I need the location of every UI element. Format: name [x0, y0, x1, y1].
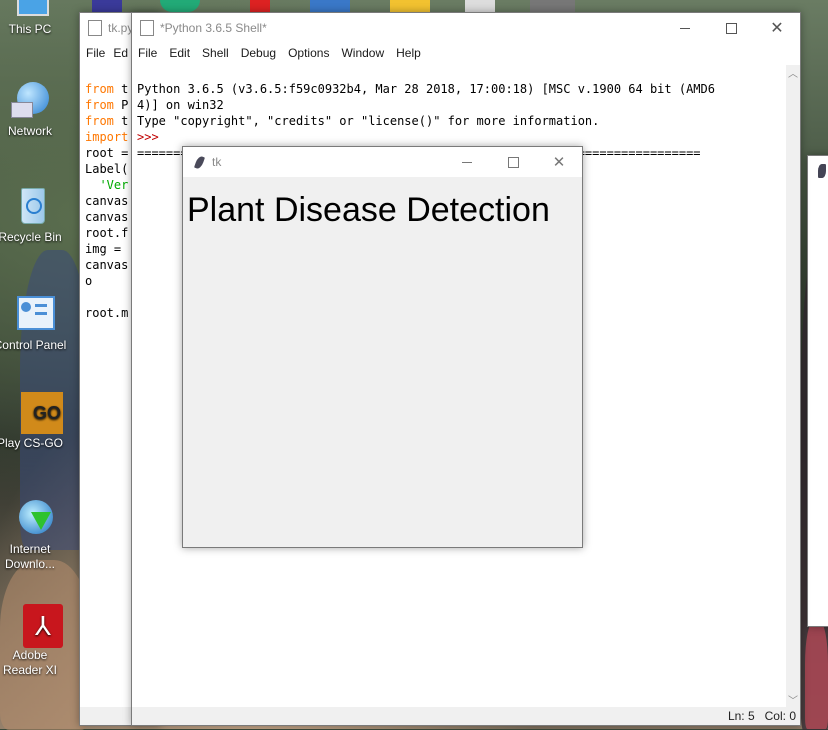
idm-icon [9, 498, 53, 540]
maximize-icon [507, 156, 519, 168]
close-icon: ✕ [770, 20, 784, 37]
recycle-bin-icon [9, 186, 51, 228]
code-line: root = [85, 146, 129, 160]
code-line: 'Ver [85, 178, 129, 192]
close-button[interactable]: ✕ [754, 13, 800, 43]
menu-shell[interactable]: Shell [196, 46, 235, 60]
background-photo-person [805, 620, 828, 729]
desktop-icon-label: Internet Downlo... [4, 542, 56, 571]
code-line: from P [85, 98, 129, 112]
desktop-icon-label: This PC [8, 22, 52, 36]
scroll-up-arrow-icon[interactable]: ︿ [786, 65, 800, 80]
code-line: ​ [85, 289, 128, 305]
csgo-icon: GO [9, 392, 63, 434]
menu-options[interactable]: Options [282, 46, 335, 60]
taskbar-partial-icon [390, 0, 430, 12]
editor-title: tk.py [108, 21, 134, 35]
maximize-icon [725, 22, 737, 34]
tk-title: tk [212, 155, 222, 169]
shell-line: 4)] on win32 [137, 98, 224, 112]
menu-file[interactable]: File [132, 46, 163, 60]
minimize-button[interactable] [662, 13, 708, 43]
menu-edit[interactable]: Edit [163, 46, 196, 60]
shell-menubar: File Edit Shell Debug Options Window Hel… [132, 43, 800, 63]
desktop-icon-control-panel[interactable]: Control Panel [0, 294, 67, 353]
code-line: root.m [85, 306, 129, 320]
desktop-icon-csgo[interactable]: GO Play CS-GO [0, 392, 67, 451]
desktop-icon-network[interactable]: Network [0, 80, 67, 139]
scroll-down-arrow-icon[interactable]: ﹀ [786, 692, 800, 707]
taskbar-partial-icon [92, 0, 122, 12]
status-line: Ln: 5 [727, 709, 755, 723]
tk-window[interactable]: tk ✕ Plant Disease Detection [182, 146, 583, 548]
minimize-button[interactable] [444, 147, 490, 177]
tk-heading-label: Plant Disease Detection [187, 191, 550, 229]
menu-file[interactable]: File [80, 46, 111, 60]
status-column: Col: 0 [764, 709, 796, 723]
adobe-reader-icon: ⅄ [9, 604, 63, 648]
python-file-icon [88, 20, 102, 36]
desktop-icon-label: Adobe Reader XI [2, 648, 58, 677]
shell-line: Python 3.6.5 (v3.6.5:f59c0932b4, Mar 28 … [137, 82, 715, 96]
background-window-partial[interactable] [807, 155, 828, 627]
minimize-icon [462, 161, 472, 163]
desktop-icon-this-pc[interactable]: This PC [0, 0, 67, 37]
code-line: canvas [85, 194, 129, 208]
tk-titlebar[interactable]: tk ✕ [183, 147, 582, 177]
shell-scrollbar[interactable]: ︿ ﹀ [786, 65, 800, 707]
network-icon [9, 80, 51, 122]
desktop-icon-label: Recycle Bin [0, 230, 62, 244]
maximize-button[interactable] [490, 147, 536, 177]
menu-window[interactable]: Window [335, 46, 390, 60]
taskbar-partial-icon [310, 0, 350, 12]
taskbar-partial-icon [530, 0, 575, 12]
taskbar-partial-icon [160, 0, 200, 12]
editor-code-area[interactable]: from t from P from t import root = Label( 'Ve… [85, 65, 128, 353]
minimize-icon [680, 27, 690, 29]
code-line: img = [85, 242, 122, 256]
python-file-icon [140, 20, 154, 36]
code-line: canvas [85, 210, 129, 224]
code-line: o [85, 274, 93, 288]
desktop-icon-label: Play CS-GO [0, 436, 63, 450]
shell-title: *Python 3.6.5 Shell* [160, 21, 267, 35]
menu-debug[interactable]: Debug [235, 46, 282, 60]
shell-statusbar: Ln: 5 Col: 0 [132, 707, 800, 725]
desktop-icon-recycle-bin[interactable]: Recycle Bin [0, 186, 67, 245]
desktop-icon-idm[interactable]: Internet Downlo... [0, 498, 67, 572]
taskbar-partial-icon [465, 0, 495, 12]
desktop-icon-label: Control Panel [0, 338, 67, 352]
desktop-icon-label: Network [7, 124, 52, 138]
code-line: Label( [85, 162, 129, 176]
this-pc-icon [9, 0, 51, 20]
close-icon: ✕ [552, 154, 566, 171]
code-line: import [85, 130, 129, 144]
shell-titlebar[interactable]: *Python 3.6.5 Shell* ✕ [132, 13, 800, 43]
code-line: root.f [85, 226, 129, 240]
feather-icon [818, 164, 826, 178]
menu-help[interactable]: Help [390, 46, 427, 60]
desktop-icon-adobe-reader[interactable]: ⅄ Adobe Reader XI [0, 604, 67, 678]
close-button[interactable]: ✕ [536, 147, 582, 177]
control-panel-icon [9, 294, 55, 336]
code-line: from t [85, 114, 129, 128]
taskbar-partial-icon [250, 0, 270, 12]
maximize-button[interactable] [708, 13, 754, 43]
code-line: canvas [85, 258, 129, 272]
code-line: from t [85, 82, 129, 96]
feather-icon [193, 154, 206, 170]
shell-prompt: >>> [137, 130, 159, 144]
shell-line: Type "copyright", "credits" or "license(… [137, 114, 600, 128]
